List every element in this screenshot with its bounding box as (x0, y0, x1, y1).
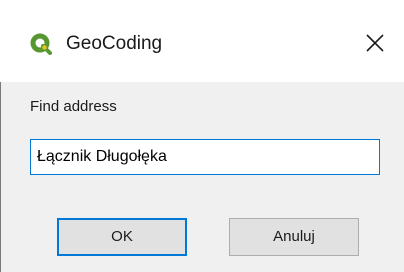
address-input[interactable] (30, 139, 380, 175)
close-icon (366, 34, 384, 52)
ok-button[interactable]: OK (57, 218, 187, 256)
window-border (0, 82, 1, 272)
find-address-label: Find address (30, 98, 117, 115)
geocoding-dialog: GeoCoding Find address OK Anuluj (0, 0, 404, 272)
close-button[interactable] (360, 28, 390, 58)
title-bar: GeoCoding (0, 0, 404, 82)
window-title: GeoCoding (66, 33, 163, 54)
qgis-logo-icon (30, 33, 52, 55)
cancel-button[interactable]: Anuluj (229, 218, 359, 256)
